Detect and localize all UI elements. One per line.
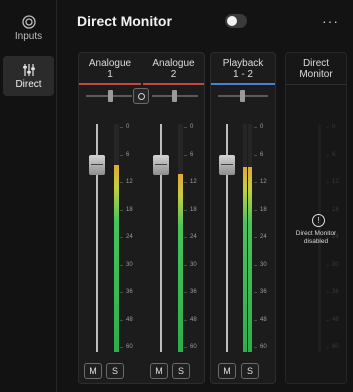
meter-fill bbox=[114, 165, 119, 352]
level-meter-3-right bbox=[248, 124, 252, 352]
stereo-link-button[interactable] bbox=[133, 88, 149, 104]
fader-handle-3[interactable] bbox=[219, 155, 235, 175]
db-scale-tick bbox=[254, 264, 257, 266]
strip-name: Playback bbox=[222, 58, 264, 69]
strip-name: Analogue bbox=[152, 58, 195, 69]
info-icon: ! bbox=[312, 214, 325, 227]
db-scale-tick bbox=[120, 127, 123, 128]
db-scale-tick bbox=[254, 182, 257, 183]
db-scale-tick bbox=[184, 127, 187, 128]
db-scale-tick bbox=[120, 209, 123, 211]
db-scale-tick bbox=[120, 237, 123, 238]
toggle-knob bbox=[227, 16, 237, 26]
header: Direct Monitor ··· bbox=[57, 0, 353, 44]
strip-name: Analogue bbox=[88, 58, 132, 69]
db-scale-tick bbox=[120, 264, 123, 266]
strip-number: 2 bbox=[170, 69, 177, 80]
strip-name-2: Monitor bbox=[299, 69, 333, 80]
strip-header-direct-monitor: Direct Monitor bbox=[286, 53, 346, 85]
db-scale-tick bbox=[254, 319, 257, 321]
inputs-ring-icon bbox=[21, 14, 36, 29]
db-scale-tick bbox=[254, 154, 257, 156]
db-scale-tick bbox=[184, 319, 187, 321]
page-title: Direct Monitor bbox=[77, 13, 172, 29]
mute-button-3[interactable]: M bbox=[218, 363, 236, 379]
db-scale-tick bbox=[120, 292, 123, 293]
meter-fill bbox=[243, 167, 247, 352]
fader-handle-1[interactable] bbox=[89, 155, 105, 175]
sidebar-item-label: Direct bbox=[15, 78, 42, 90]
strip-number: 1 bbox=[107, 69, 113, 80]
db-scale-tick bbox=[326, 209, 329, 211]
direct-monitor-toggle[interactable] bbox=[225, 14, 247, 28]
pan-knob-2[interactable] bbox=[172, 90, 177, 102]
solo-button-2[interactable]: S bbox=[172, 363, 190, 379]
status-text-2: disabled bbox=[303, 238, 329, 245]
db-scale-tick bbox=[120, 154, 123, 156]
db-scale-tick bbox=[184, 237, 187, 238]
strip-header-analogue-2: Analogue 2 bbox=[143, 53, 204, 85]
db-scale-tick bbox=[184, 182, 187, 183]
status-text: Direct Monitor bbox=[295, 230, 337, 237]
db-scale-tick bbox=[326, 347, 329, 348]
db-scale-tick bbox=[326, 264, 329, 266]
strip-header-analogue-1: Analogue 1 bbox=[79, 53, 141, 85]
direct-monitor-disabled-notice: ! Direct Monitor disabled bbox=[286, 214, 346, 246]
level-meter-3-left bbox=[243, 124, 247, 352]
level-meter-1 bbox=[114, 124, 119, 352]
db-scale-tick bbox=[254, 237, 257, 238]
db-scale-tick bbox=[184, 347, 187, 348]
db-scale-tick bbox=[254, 292, 257, 293]
pan-knob-1[interactable] bbox=[108, 90, 113, 102]
db-scale-tick bbox=[254, 209, 257, 211]
mute-button-1[interactable]: M bbox=[84, 363, 102, 379]
db-scale-tick bbox=[120, 319, 123, 321]
strip-header-playback: Playback 1 - 2 bbox=[211, 53, 275, 85]
strip-number: 1 - 2 bbox=[232, 69, 253, 80]
db-scale-tick bbox=[120, 347, 123, 348]
solo-button-1[interactable]: S bbox=[106, 363, 124, 379]
db-scale-tick bbox=[120, 182, 123, 183]
db-scale-tick bbox=[184, 154, 187, 156]
solo-button-3[interactable]: S bbox=[241, 363, 259, 379]
sidebar: Inputs Direct bbox=[0, 0, 57, 392]
db-scale-tick bbox=[254, 347, 257, 348]
more-options-icon[interactable]: ··· bbox=[322, 13, 339, 29]
pan-knob-3[interactable] bbox=[240, 90, 245, 102]
sidebar-item-direct[interactable]: Direct bbox=[3, 56, 54, 96]
db-scale-tick bbox=[326, 154, 329, 156]
db-scale-tick bbox=[326, 182, 329, 183]
mixer-sliders-icon bbox=[22, 63, 35, 76]
db-scale-tick bbox=[254, 127, 257, 128]
meter-fill bbox=[248, 167, 252, 352]
db-scale-tick bbox=[184, 209, 187, 211]
level-meter-2 bbox=[178, 124, 183, 352]
meter-fill bbox=[178, 174, 183, 352]
strip-name: Direct bbox=[302, 58, 330, 69]
sidebar-item-inputs[interactable]: Inputs bbox=[3, 8, 54, 48]
db-scale-tick bbox=[326, 319, 329, 321]
link-circle-icon bbox=[137, 92, 145, 100]
fader-handle-2[interactable] bbox=[153, 155, 169, 175]
db-scale-tick bbox=[326, 292, 329, 293]
db-scale-tick bbox=[326, 127, 329, 128]
db-scale-tick bbox=[184, 264, 187, 266]
mute-button-2[interactable]: M bbox=[150, 363, 168, 379]
db-scale-tick bbox=[184, 292, 187, 293]
sidebar-item-label: Inputs bbox=[14, 30, 43, 42]
